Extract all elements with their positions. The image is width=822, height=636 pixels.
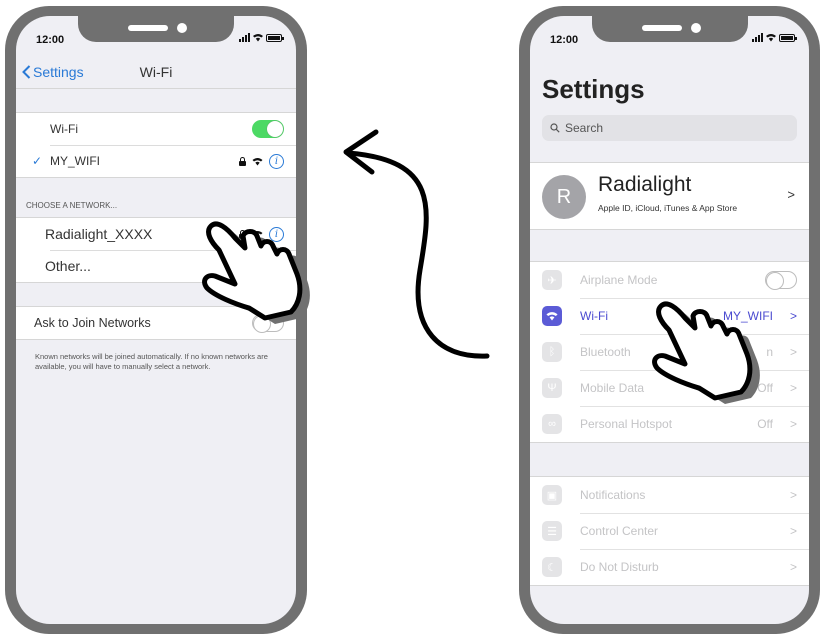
row-label: Mobile Data	[580, 381, 645, 395]
airplane-icon: ✈	[542, 270, 562, 290]
row-value: Off	[757, 381, 773, 395]
wifi-signal-icon	[252, 157, 263, 165]
phone-settings-screen: 12:00 Settings Search R Radialight Apple…	[519, 6, 820, 634]
wifi-status-icon	[766, 34, 776, 42]
battery-icon	[779, 33, 797, 42]
search-placeholder: Search	[565, 121, 604, 135]
curved-arrow	[345, 150, 490, 359]
wifi-status-icon	[253, 34, 263, 42]
wifi-signal-icon	[252, 230, 263, 238]
info-icon[interactable]: i	[269, 226, 284, 242]
lock-icon	[239, 156, 246, 166]
info-icon[interactable]: i	[269, 153, 284, 169]
page-title: Settings	[542, 74, 645, 104]
control-center-icon: ☰	[542, 521, 562, 541]
airplane-mode-row[interactable]: ✈ Airplane Mode	[530, 262, 809, 298]
antenna-icon: Ψ	[542, 378, 562, 398]
bluetooth-row[interactable]: ᛒ Bluetooth n >	[530, 334, 809, 370]
do-not-disturb-row[interactable]: ☾ Do Not Disturb >	[530, 549, 809, 585]
battery-icon	[266, 33, 284, 42]
notch	[591, 16, 748, 42]
hotspot-icon: ∞	[542, 414, 562, 434]
notch	[78, 16, 234, 42]
cellular-signal-icon	[752, 33, 763, 42]
divider	[16, 88, 296, 89]
search-icon	[550, 123, 560, 133]
arrow-head-icon	[343, 129, 379, 175]
connectivity-group: ✈ Airplane Mode Wi-Fi MY_WIFI > ᛒ Blueto…	[530, 261, 809, 443]
network-name: Radialight_XXXX	[45, 226, 153, 242]
row-value: Off	[757, 417, 773, 431]
wifi-icon	[542, 306, 562, 326]
ask-join-group: Ask to Join Networks	[16, 306, 296, 340]
bluetooth-icon: ᛒ	[542, 342, 562, 362]
other-network-row[interactable]: Other...	[16, 250, 296, 282]
networks-group: Radialight_XXXX i Other...	[16, 217, 296, 283]
phone-screen: 12:00 Settings Wi-Fi Wi-Fi ✓ MY_WIFI i C…	[16, 16, 296, 624]
status-time: 12:00	[550, 34, 579, 46]
wifi-row[interactable]: Wi-Fi MY_WIFI >	[530, 298, 809, 334]
navigation-bar: Settings Wi-Fi	[16, 60, 296, 90]
system-group: ▣ Notifications > ☰ Control Center > ☾ D…	[530, 476, 809, 586]
checkmark-icon: ✓	[32, 154, 43, 168]
connected-network-row[interactable]: ✓ MY_WIFI i	[16, 145, 296, 177]
network-name: Other...	[45, 258, 91, 274]
wifi-toggle-row: Wi-Fi	[16, 113, 296, 145]
row-value: n	[766, 345, 773, 359]
chevron-right-icon: >	[789, 381, 797, 395]
status-icons	[752, 33, 797, 42]
profile-name: Radialight	[598, 173, 692, 196]
chevron-right-icon: >	[789, 309, 797, 323]
wifi-toggle[interactable]	[252, 120, 284, 138]
connected-network-name: MY_WIFI	[50, 154, 100, 168]
network-row[interactable]: Radialight_XXXX i	[16, 218, 296, 250]
chevron-right-icon: >	[789, 345, 797, 359]
phone-wifi-screen: 12:00 Settings Wi-Fi Wi-Fi ✓ MY_WIFI i C…	[5, 6, 307, 634]
footnote: Known networks will be joined automatica…	[35, 352, 268, 371]
profile-subtitle: Apple ID, iCloud, iTunes & App Store	[598, 203, 738, 213]
mobile-data-row[interactable]: Ψ Mobile Data Off >	[530, 370, 809, 406]
chevron-right-icon: >	[789, 560, 797, 574]
chevron-right-icon: >	[789, 417, 797, 431]
row-label: Bluetooth	[580, 345, 631, 359]
apple-id-row[interactable]: R Radialight Apple ID, iCloud, iTunes & …	[530, 162, 809, 230]
avatar: R	[542, 175, 586, 219]
wifi-label: Wi-Fi	[50, 122, 78, 136]
row-label: Airplane Mode	[580, 273, 658, 287]
row-label: Do Not Disturb	[580, 560, 659, 574]
row-label: Control Center	[580, 524, 659, 538]
row-label: Personal Hotspot	[580, 417, 673, 431]
airplane-toggle[interactable]	[765, 271, 797, 290]
ask-join-row: Ask to Join Networks	[16, 307, 296, 339]
page-title: Wi-Fi	[139, 64, 173, 80]
wifi-group: Wi-Fi ✓ MY_WIFI i	[16, 112, 296, 178]
status-time: 12:00	[36, 34, 65, 46]
illustration: 12:00 Settings Wi-Fi Wi-Fi ✓ MY_WIFI i C…	[0, 0, 822, 636]
row-label: Notifications	[580, 488, 646, 502]
notifications-icon: ▣	[542, 485, 562, 505]
chevron-right-icon: >	[789, 488, 797, 502]
lock-icon	[239, 229, 246, 239]
chevron-right-icon: >	[787, 187, 795, 202]
ask-join-toggle[interactable]	[252, 314, 284, 333]
chevron-right-icon: >	[789, 524, 797, 538]
notifications-row[interactable]: ▣ Notifications >	[530, 477, 809, 513]
status-icons	[239, 33, 284, 42]
ask-join-label: Ask to Join Networks	[34, 316, 151, 330]
cellular-signal-icon	[239, 33, 250, 42]
personal-hotspot-row[interactable]: ∞ Personal Hotspot Off >	[530, 406, 809, 442]
row-value: MY_WIFI	[723, 309, 773, 323]
search-input[interactable]: Search	[542, 115, 797, 141]
moon-icon: ☾	[542, 557, 562, 577]
control-center-row[interactable]: ☰ Control Center >	[530, 513, 809, 549]
phone-screen: 12:00 Settings Search R Radialight Apple…	[530, 16, 809, 624]
section-header: CHOOSE A NETWORK...	[26, 201, 118, 210]
row-label: Wi-Fi	[580, 309, 608, 323]
